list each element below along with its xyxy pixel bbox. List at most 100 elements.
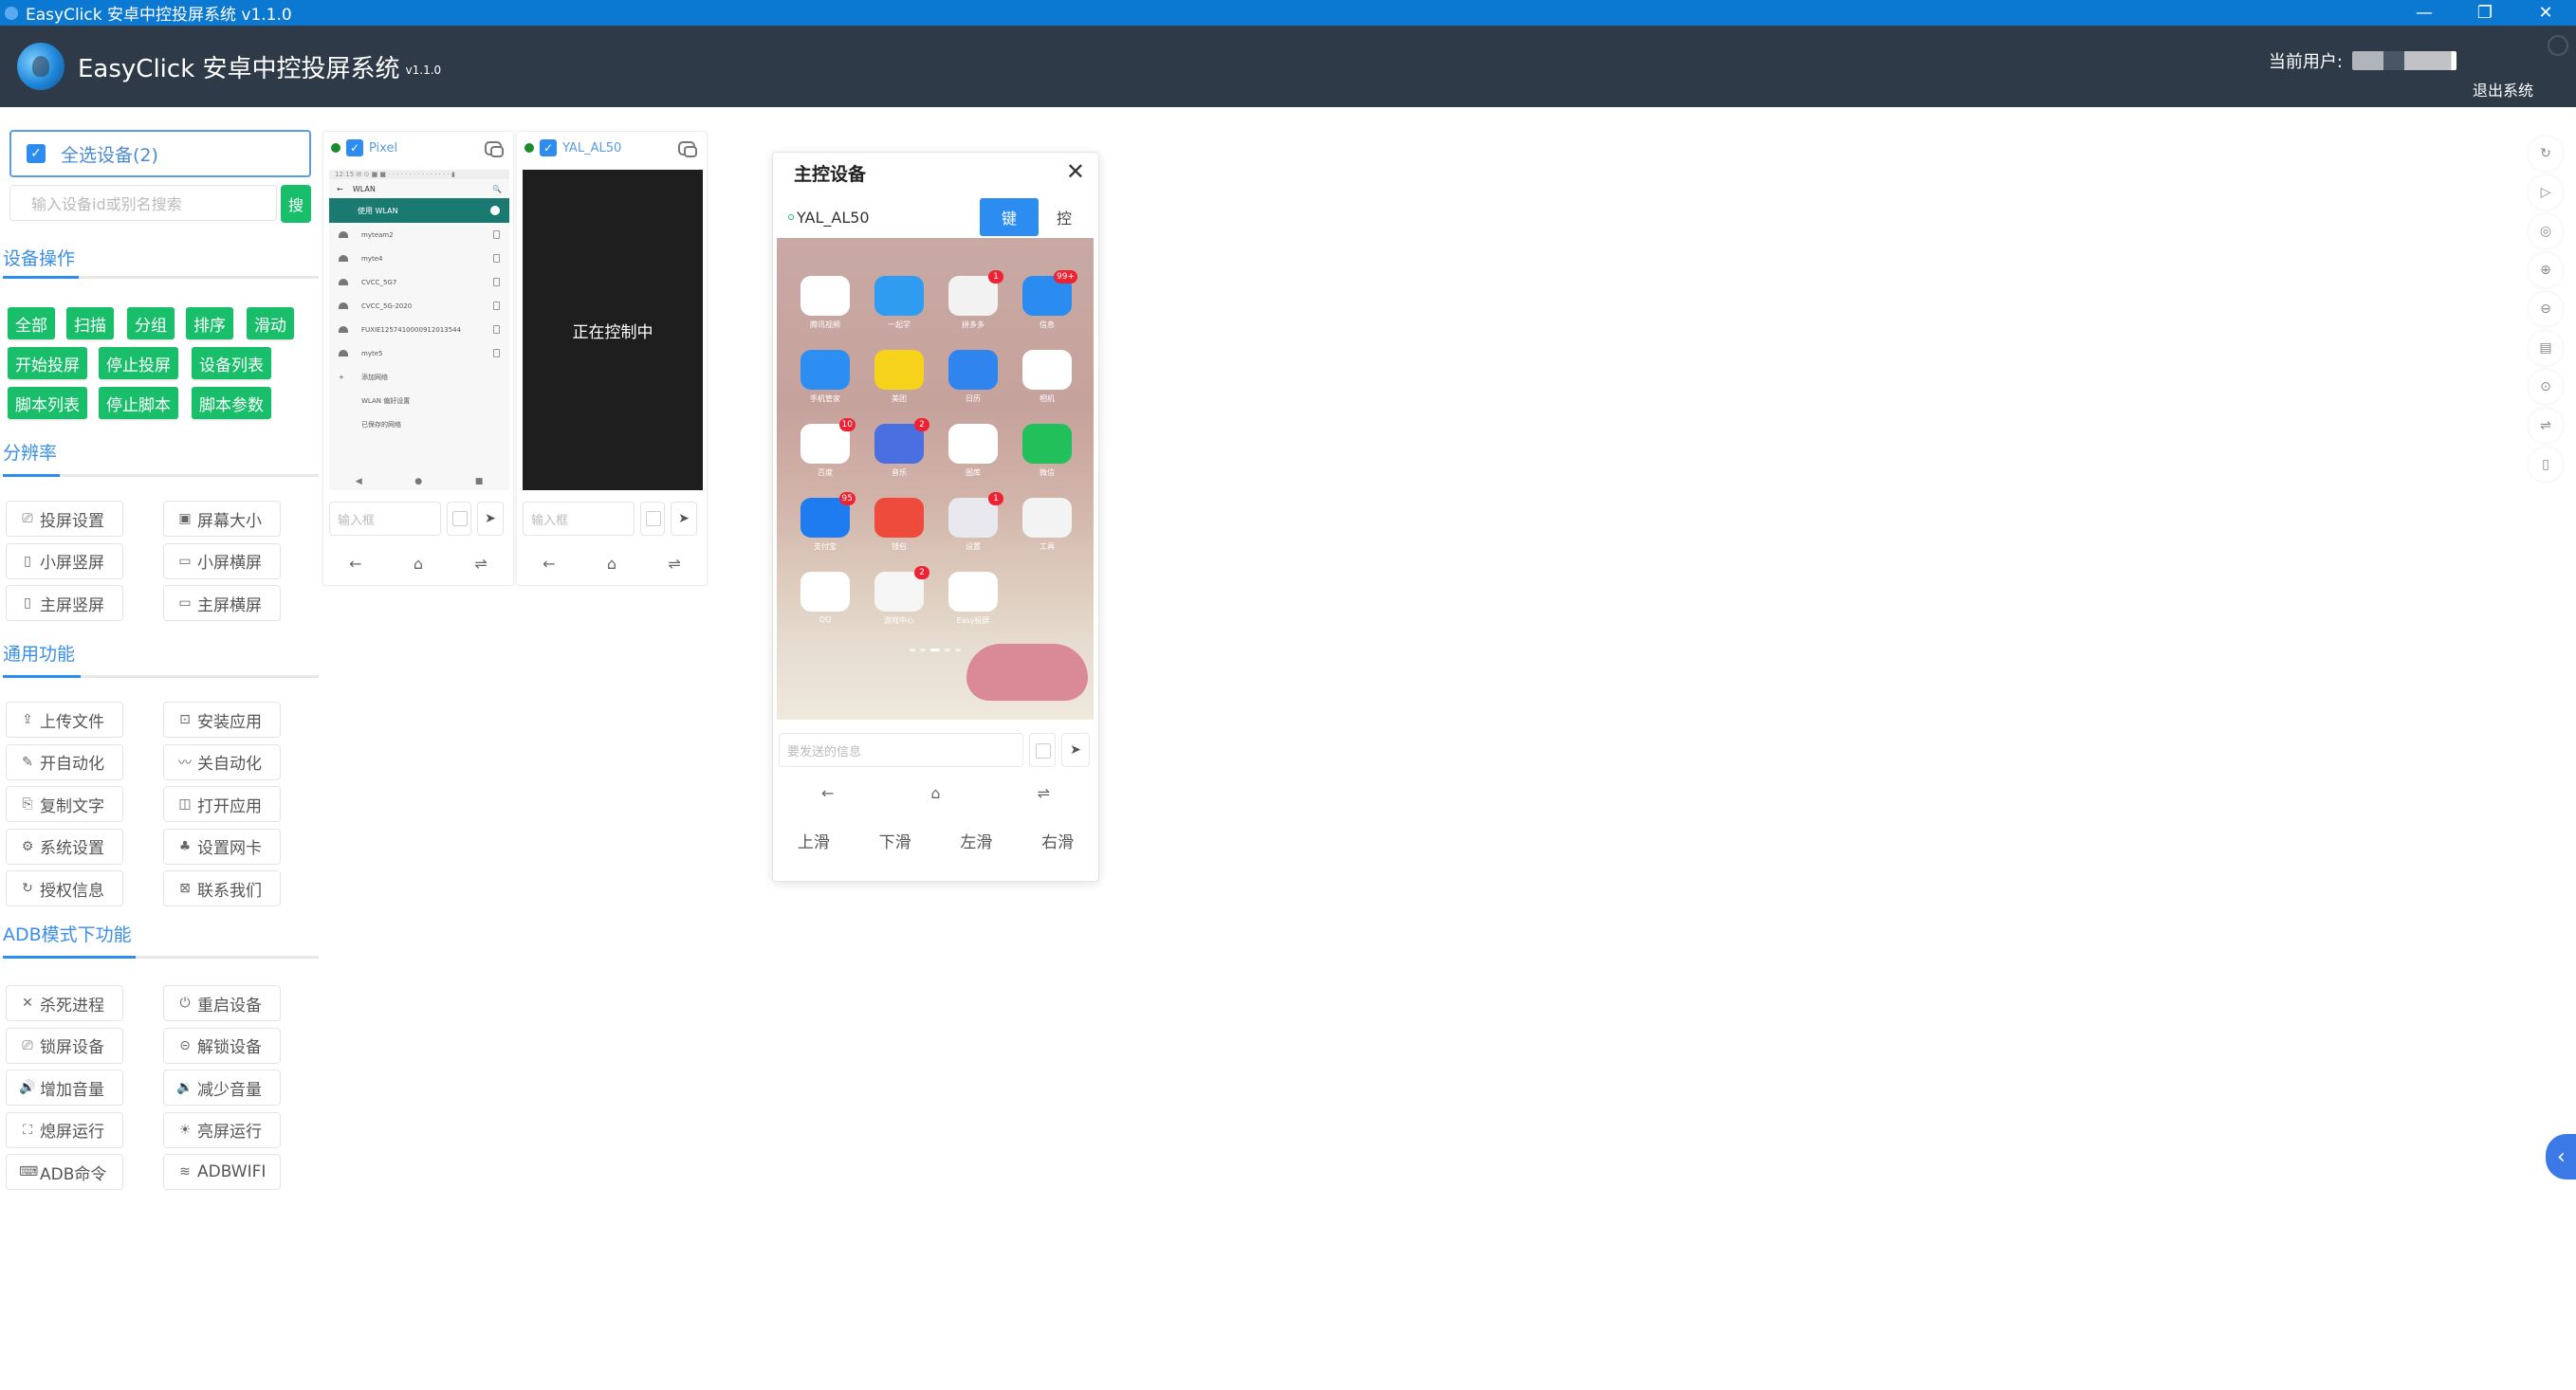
device-checkbox[interactable]: ✓ bbox=[540, 139, 557, 156]
btn-device-list[interactable]: 设备列表 bbox=[192, 347, 271, 379]
device-text-input[interactable]: 输入框 bbox=[523, 502, 635, 536]
device-checkbox[interactable]: ✓ bbox=[346, 139, 363, 156]
zoom-out-icon[interactable]: ⊖ bbox=[2529, 292, 2563, 326]
back-icon[interactable]: ← bbox=[821, 784, 834, 802]
btn-portrait[interactable]: ▯ 主屏竖屏 bbox=[6, 585, 123, 621]
copy-icon[interactable] bbox=[678, 141, 697, 157]
message-input[interactable]: 要发送的信息 bbox=[779, 733, 1023, 767]
device-screen[interactable]: 12:15 ✉ ⊙ ■ ■ · · · · · · · · · · · · · … bbox=[329, 170, 509, 490]
tablet-icon[interactable]: ▯ bbox=[2529, 448, 2563, 482]
swipe-right-button[interactable]: 右滑 bbox=[1041, 829, 1074, 852]
restore-button[interactable]: ❐ bbox=[2455, 0, 2515, 26]
app-icon[interactable]: 1 设置 bbox=[936, 492, 1010, 551]
btn-group[interactable]: 分组 bbox=[127, 307, 175, 339]
btn-unlock[interactable]: ⊝ 解锁设备 bbox=[163, 1027, 281, 1064]
copy-icon[interactable] bbox=[485, 141, 504, 157]
btn-book[interactable]: ◫ 打开应用 bbox=[163, 786, 281, 822]
btn-lock-screen[interactable]: ⎚ 锁屏设备 bbox=[6, 1027, 123, 1064]
btn-upload[interactable]: ⇪ 上传文件 bbox=[6, 702, 123, 738]
btn-power[interactable]: ⏻ 重启设备 bbox=[163, 985, 281, 1021]
search-button[interactable]: 搜 bbox=[281, 185, 311, 223]
refresh-icon[interactable]: ↻ bbox=[2529, 137, 2563, 171]
device-checkbox-square[interactable] bbox=[447, 502, 471, 536]
menu-icon[interactable]: ⇌ bbox=[474, 555, 487, 573]
menu-icon[interactable]: ⇌ bbox=[1038, 784, 1050, 802]
tab-control[interactable]: 控 bbox=[1040, 198, 1088, 236]
btn-swipe[interactable]: 滑动 bbox=[247, 307, 294, 339]
btn-wifi[interactable]: ≋ ADBWIFI bbox=[163, 1154, 281, 1190]
stop-icon[interactable]: ◎ bbox=[2529, 214, 2563, 248]
btn-copy-doc[interactable]: ⎘ 复制文字 bbox=[6, 786, 123, 822]
filter-icon[interactable]: ⇌ bbox=[2529, 409, 2563, 443]
app-icon[interactable]: 10 百度 bbox=[788, 418, 862, 477]
btn-volume-up[interactable]: 🔊 增加音量 bbox=[6, 1070, 123, 1106]
app-icon[interactable]: 图库 bbox=[936, 424, 1010, 477]
app-icon[interactable]: 相机 bbox=[1010, 350, 1084, 403]
app-icon[interactable]: QQ bbox=[788, 572, 862, 625]
app-icon[interactable]: 钱包 bbox=[862, 498, 936, 551]
btn-screen-on[interactable]: ☀ 亮屏运行 bbox=[163, 1111, 281, 1148]
swipe-up-button[interactable]: 上滑 bbox=[798, 829, 830, 852]
app-icon[interactable]: 95 支付宝 bbox=[788, 492, 862, 551]
btn-close[interactable]: ✕ 杀死进程 bbox=[6, 985, 123, 1021]
btn-settings[interactable]: ⚙ 系统设置 bbox=[6, 828, 123, 865]
tab-keyboard[interactable]: 键 bbox=[980, 198, 1039, 236]
app-icon[interactable]: 日历 bbox=[936, 350, 1010, 403]
btn-monitor-settings[interactable]: ⎚ 投屏设置 bbox=[6, 501, 123, 537]
settings-icon[interactable] bbox=[2548, 35, 2568, 56]
swipe-left-button[interactable]: 左滑 bbox=[960, 829, 992, 852]
device-checkbox-square[interactable] bbox=[640, 502, 665, 536]
zoom-in-icon[interactable]: ⊕ bbox=[2529, 253, 2563, 287]
select-all-devices[interactable]: ✓ 全选设备(2) bbox=[9, 130, 311, 177]
device-text-input[interactable]: 输入框 bbox=[329, 502, 441, 536]
btn-terminal[interactable]: ⌨ ADB命令 bbox=[6, 1154, 123, 1190]
btn-portrait[interactable]: ▯ 小屏竖屏 bbox=[6, 542, 123, 579]
logout-link[interactable]: 退出系统 bbox=[2473, 78, 2533, 101]
btn-landscape[interactable]: ▭ 小屏横屏 bbox=[163, 542, 281, 579]
app-icon[interactable]: 99+ 信息 bbox=[1010, 270, 1084, 329]
menu-icon[interactable]: ⇌ bbox=[668, 555, 680, 573]
btn-all[interactable]: 全部 bbox=[8, 307, 55, 339]
btn-stop-script[interactable]: 停止脚本 bbox=[99, 387, 178, 419]
btn-edit[interactable]: ✎ 开自动化 bbox=[6, 743, 123, 780]
app-icon[interactable]: 美团 bbox=[862, 350, 936, 403]
btn-script-params[interactable]: 脚本参数 bbox=[192, 387, 271, 419]
btn-volume-down[interactable]: 🔉 减少音量 bbox=[163, 1070, 281, 1106]
app-icon[interactable]: 工具 bbox=[1010, 498, 1084, 551]
app-icon[interactable]: 微信 bbox=[1010, 424, 1084, 477]
btn-contact[interactable]: ⊠ 联系我们 bbox=[163, 870, 281, 906]
btn-stop-cast[interactable]: 停止投屏 bbox=[99, 347, 178, 379]
checkbox-square[interactable] bbox=[1029, 733, 1056, 767]
app-icon[interactable]: Easy投屏 bbox=[936, 572, 1010, 625]
device-screen[interactable]: 正在控制中 bbox=[523, 170, 703, 490]
swipe-down-button[interactable]: 下滑 bbox=[879, 829, 911, 852]
home-icon[interactable]: ⌂ bbox=[930, 784, 940, 802]
app-icon[interactable]: 手机管家 bbox=[788, 350, 862, 403]
device-card-pixel[interactable]: ✓ Pixel 12:15 ✉ ⊙ ■ ■ · · · · · · · · · … bbox=[322, 131, 514, 586]
layout-icon[interactable]: ▤ bbox=[2529, 331, 2563, 365]
back-icon[interactable]: ← bbox=[543, 555, 555, 573]
btn-refresh[interactable]: ↻ 授权信息 bbox=[6, 870, 123, 906]
home-icon[interactable]: ⌂ bbox=[414, 555, 423, 573]
btn-install[interactable]: ⊡ 安装应用 bbox=[163, 702, 281, 738]
close-button[interactable]: ✕ bbox=[2515, 0, 2576, 26]
minimize-button[interactable]: — bbox=[2394, 0, 2455, 26]
toggle-icon[interactable]: ⊙ bbox=[2529, 370, 2563, 404]
app-icon[interactable]: 1 拼多多 bbox=[936, 270, 1010, 329]
device-card-yal-al50[interactable]: ✓ YAL_AL50 正在控制中 输入框 ➤ ← ⌂ ⇌ bbox=[516, 131, 708, 586]
app-icon[interactable]: 2 游戏中心 bbox=[862, 566, 936, 625]
app-icon[interactable]: 2 音乐 bbox=[862, 418, 936, 477]
play-icon[interactable]: ▷ bbox=[2529, 175, 2563, 210]
btn-start-cast[interactable]: 开始投屏 bbox=[8, 347, 87, 379]
app-icon[interactable]: 腾讯视频 bbox=[788, 276, 862, 329]
home-icon[interactable]: ⌂ bbox=[607, 555, 616, 573]
send-icon[interactable]: ➤ bbox=[1061, 733, 1090, 767]
send-icon[interactable]: ➤ bbox=[477, 502, 504, 536]
send-icon[interactable]: ➤ bbox=[671, 502, 697, 536]
checkbox-checked-icon[interactable]: ✓ bbox=[27, 144, 46, 163]
btn-wave[interactable]: 〰关自动化 bbox=[163, 743, 281, 780]
device-search-input[interactable]: 输入设备id或别名搜索 bbox=[9, 185, 277, 221]
master-device-screen[interactable]: 腾讯视频 一起学 1 拼多多 99+ 信息 手机管家 美团 日历 相机 10 百度 2 音乐 图库 微信 95 支… bbox=[777, 238, 1094, 720]
collapse-panel-chevron-icon[interactable]: ‹ bbox=[2546, 1134, 2576, 1180]
btn-screen-size[interactable]: ▣ 屏幕大小 bbox=[163, 501, 281, 537]
